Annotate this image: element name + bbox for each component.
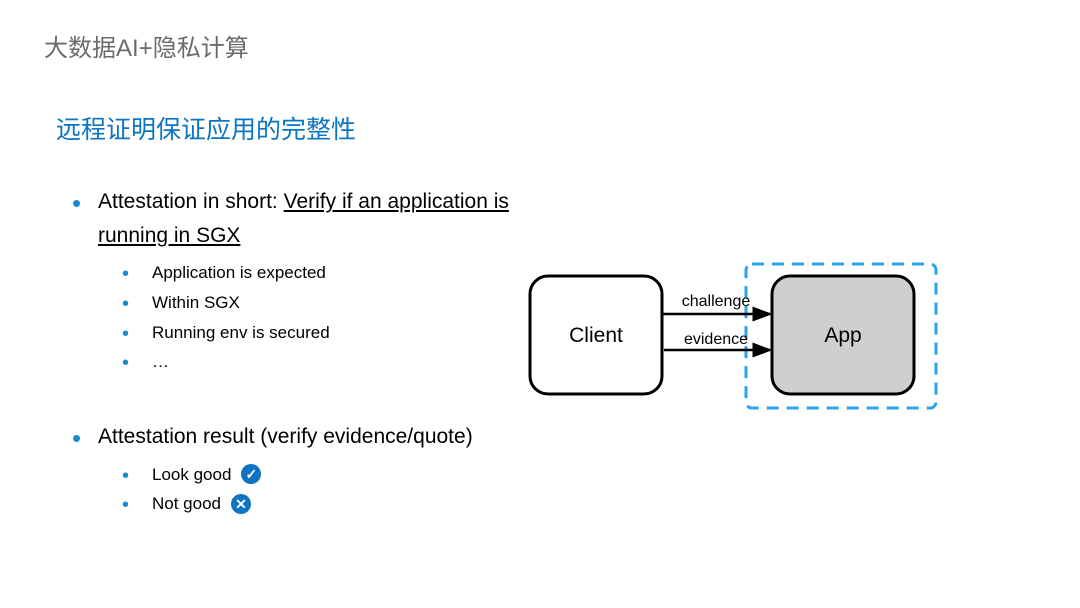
- check-icon: ✓: [241, 464, 261, 484]
- client-label: Client: [569, 324, 623, 347]
- section-attestation: Attestation in short: Verify if an appli…: [72, 185, 552, 377]
- bullet-main-1: Attestation in short: Verify if an appli…: [72, 185, 552, 252]
- sub-bullet-result: Not good ✕: [122, 489, 572, 519]
- sub-bullet: Within SGX: [122, 288, 552, 318]
- bullet-main-1-lead: Attestation in short:: [98, 190, 284, 213]
- evidence-label: evidence: [684, 331, 748, 348]
- result-label: Not good: [152, 489, 221, 519]
- sub-bullet: Application is expected: [122, 258, 552, 288]
- attestation-diagram: Client App challenge evidence: [520, 262, 940, 412]
- page-header: 大数据AI+隐私计算: [44, 28, 249, 63]
- sub-bullet: Running env is secured: [122, 318, 552, 348]
- section-result: Attestation result (verify evidence/quot…: [72, 420, 572, 519]
- app-label: App: [824, 324, 861, 347]
- challenge-label: challenge: [682, 293, 751, 310]
- sub-bullet-result: Look good ✓: [122, 460, 572, 490]
- result-label: Look good: [152, 460, 231, 490]
- slide-title: 远程证明保证应用的完整性: [56, 110, 356, 146]
- bullet-main-2: Attestation result (verify evidence/quot…: [72, 420, 572, 454]
- cross-icon: ✕: [231, 494, 251, 514]
- sub-bullet: …: [122, 347, 552, 377]
